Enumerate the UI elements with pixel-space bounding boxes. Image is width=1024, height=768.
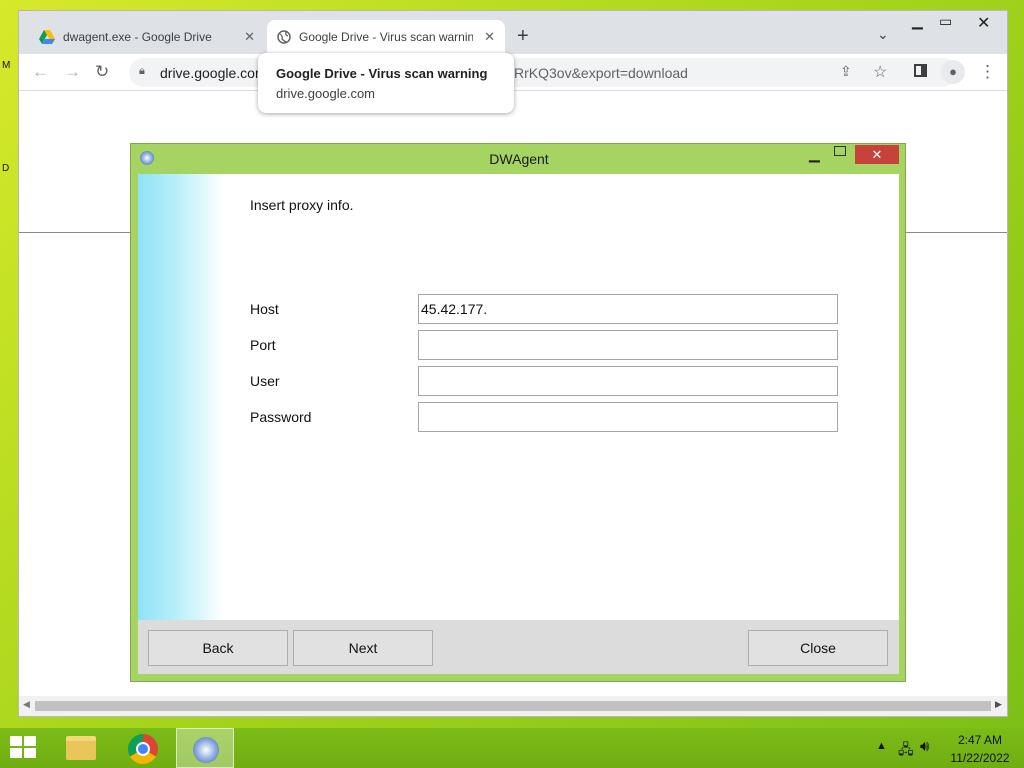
- chrome-icon: [128, 734, 158, 764]
- tab-strip: dwagent.exe - Google Drive ✕ Google Driv…: [19, 11, 1007, 54]
- scroll-right-icon[interactable]: ▶: [995, 699, 1002, 710]
- close-icon[interactable]: ✕: [244, 29, 255, 45]
- taskbar-chrome[interactable]: [114, 728, 172, 768]
- back-button[interactable]: Back: [148, 630, 288, 666]
- dwagent-icon: [193, 737, 219, 763]
- back-arrow-icon[interactable]: ←: [32, 62, 49, 82]
- forward-arrow-icon[interactable]: →: [64, 62, 81, 82]
- close-icon[interactable]: ✕: [855, 145, 899, 164]
- clock-time[interactable]: 2:47 AM: [940, 733, 1020, 747]
- address-bar[interactable]: 🔒︎ drive.google.com RrKQ3ov&export=downl…: [129, 58, 957, 87]
- maximize-icon[interactable]: [834, 146, 846, 156]
- new-tab-icon[interactable]: +: [517, 25, 529, 48]
- minimize-icon[interactable]: ▁: [912, 13, 923, 30]
- port-label: Port: [250, 337, 276, 353]
- chevron-up-icon[interactable]: ▲: [876, 740, 887, 752]
- globe-icon: [277, 30, 291, 44]
- url-text-tail: RrKQ3ov&export=download: [514, 65, 688, 81]
- more-menu-icon[interactable]: ⋮: [979, 62, 996, 82]
- proxy-prompt: Insert proxy info.: [250, 197, 354, 213]
- next-button[interactable]: Next: [293, 630, 433, 666]
- minimize-icon[interactable]: ▁: [809, 146, 820, 163]
- close-button[interactable]: Close: [748, 630, 888, 666]
- start-button[interactable]: [0, 728, 48, 768]
- side-panel-icon[interactable]: [914, 64, 927, 77]
- scrollbar-thumb[interactable]: [35, 701, 991, 711]
- host-label: Host: [250, 301, 279, 317]
- desktop-icon-label-fragment: D: [2, 163, 10, 174]
- scroll-left-icon[interactable]: ◀: [23, 699, 30, 710]
- taskbar-file-explorer[interactable]: [52, 728, 110, 768]
- user-label: User: [250, 373, 280, 389]
- network-icon[interactable]: 🖧︎: [898, 739, 914, 763]
- host-input[interactable]: [418, 294, 838, 324]
- dialog-title: DWAgent: [489, 151, 549, 167]
- tab-title: Google Drive - Virus scan warning: [299, 30, 473, 44]
- close-icon[interactable]: ✕: [484, 29, 495, 45]
- lock-icon[interactable]: 🔒︎: [139, 65, 145, 78]
- bookmark-star-icon[interactable]: ☆: [873, 62, 887, 82]
- profile-avatar-icon[interactable]: ●: [941, 60, 965, 84]
- user-input[interactable]: [418, 366, 838, 396]
- hover-card-title: Google Drive - Virus scan warning: [276, 66, 488, 81]
- taskbar: ▲ 🖧︎ 🔊︎ 2:47 AM 11/22/2022: [0, 728, 1024, 768]
- password-input[interactable]: [418, 402, 838, 432]
- volume-icon[interactable]: 🔊︎: [920, 738, 929, 755]
- taskbar-dwagent[interactable]: [176, 728, 234, 768]
- reload-icon[interactable]: ↻: [95, 62, 109, 82]
- desktop-icon-label-fragment: M: [2, 60, 11, 71]
- tab-dwagent-drive[interactable]: dwagent.exe - Google Drive ✕: [29, 20, 265, 54]
- clock-date[interactable]: 11/22/2022: [940, 751, 1020, 765]
- port-input[interactable]: [418, 330, 838, 360]
- google-drive-icon: [39, 30, 55, 44]
- chevron-down-icon[interactable]: ⌄: [877, 26, 889, 43]
- hover-card-domain: drive.google.com: [276, 86, 375, 101]
- horizontal-scrollbar[interactable]: ◀ ▶: [19, 696, 1007, 716]
- close-icon[interactable]: ✕: [977, 13, 990, 33]
- tab-virus-scan-warning[interactable]: Google Drive - Virus scan warning ✕: [267, 20, 505, 54]
- windows-logo-icon: [10, 736, 38, 760]
- dialog-content: Insert proxy info. Host Port User Passwo…: [138, 174, 899, 620]
- tab-title: dwagent.exe - Google Drive: [63, 30, 212, 44]
- dialog-footer: Back Next Close: [138, 620, 899, 674]
- maximize-icon[interactable]: ▭: [939, 13, 952, 30]
- share-icon[interactable]: ⇪: [840, 63, 852, 80]
- dialog-side-banner: [138, 174, 223, 620]
- folder-icon: [66, 736, 96, 760]
- url-text: drive.google.com: [160, 65, 267, 81]
- password-label: Password: [250, 409, 312, 425]
- tab-hover-card: Google Drive - Virus scan warning drive.…: [258, 53, 514, 113]
- dwagent-dialog: DWAgent ▁ ✕ Insert proxy info. Host Port…: [130, 143, 906, 682]
